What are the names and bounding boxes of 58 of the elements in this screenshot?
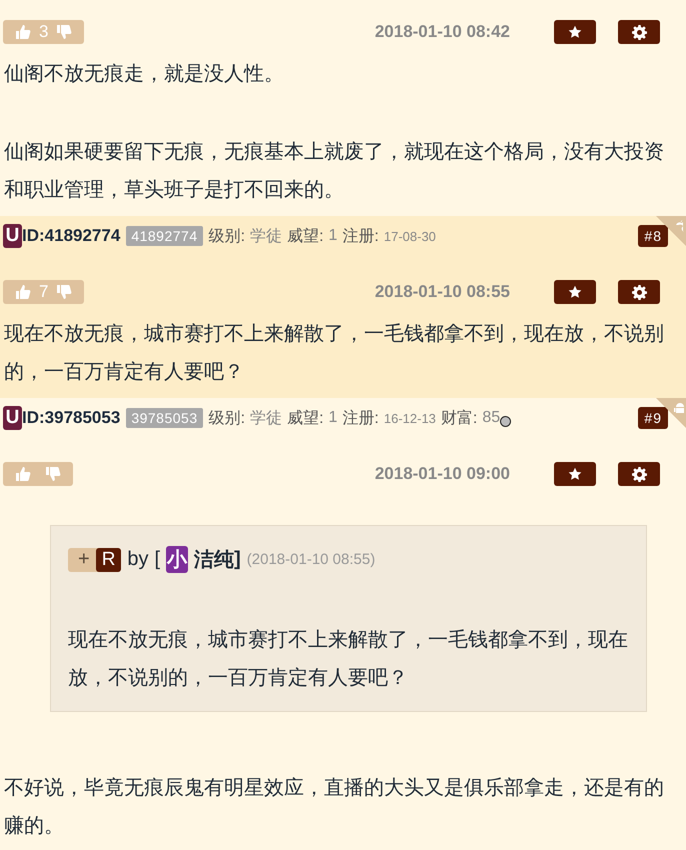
field-value: 学徒 <box>250 408 282 428</box>
thumbs-down-icon[interactable] <box>45 466 61 482</box>
gear-icon <box>632 466 646 482</box>
thumbs-down-icon[interactable] <box>56 24 72 40</box>
thumbs-down-icon[interactable] <box>56 284 72 300</box>
vote-count: 7 <box>39 282 48 302</box>
post-date: 2018-01-10 09:00 <box>374 464 510 484</box>
coin-icon <box>500 416 512 426</box>
post-text: 现在不放无痕，城市赛打不上来解散了，一毛钱都拿不到，现在放，不说别的，一百万肯定有人要吧？ <box>4 322 665 385</box>
post-text: 不好说，毕竟无痕辰鬼有明星效应，直播的大头又是俱乐部拿走，还是有的赚的。 <box>4 776 665 839</box>
post-date: 2018-01-10 08:42 <box>374 22 510 42</box>
star-icon <box>568 25 582 39</box>
favorite-button[interactable] <box>554 462 596 486</box>
user-avatar: U <box>3 224 22 248</box>
field-value: 学徒 <box>250 226 282 246</box>
bracket: [ <box>154 548 160 571</box>
field-label: 财富: <box>440 408 478 428</box>
star-icon <box>568 285 582 299</box>
reply-tag: + R <box>68 548 122 572</box>
by-label: by <box>127 548 149 571</box>
field-label: 威望: <box>287 408 324 428</box>
gear-icon <box>632 284 646 300</box>
field-label: 注册: <box>342 408 379 428</box>
favorite-button[interactable] <box>554 20 596 44</box>
user-id-badge: 41892774 <box>126 226 203 246</box>
bracket: ] <box>234 548 241 571</box>
gear-icon <box>632 24 646 40</box>
user-id[interactable]: ID:39785053 <box>22 408 120 428</box>
settings-button[interactable] <box>618 462 660 486</box>
field-value: 85 <box>482 409 500 427</box>
field-label: 级别: <box>208 408 246 428</box>
post-text: 仙阁如果硬要留下无痕，无痕基本上就废了，就现在这个格局，没有大投资和职业管理，草头班子是打不回来的。 <box>4 140 665 203</box>
post-date: 2018-01-10 08:55 <box>374 282 510 302</box>
field-value: 16-12-13 <box>384 410 436 426</box>
floor-number[interactable]: #8 <box>638 225 668 247</box>
post-text: 仙阁不放无痕走，就是没人性。 <box>4 62 285 87</box>
field-value: 1 <box>328 409 338 427</box>
thumbs-up-icon[interactable] <box>15 284 31 300</box>
settings-button[interactable] <box>618 20 660 44</box>
field-value: 17-08-30 <box>384 228 436 244</box>
favorite-button[interactable] <box>554 280 596 304</box>
quote-time: (2018-01-10 08:55) <box>246 551 376 568</box>
user-id-badge: 39785053 <box>126 408 203 428</box>
user-id[interactable]: ID:41892774 <box>22 226 120 246</box>
author-avatar: 小 <box>166 546 188 573</box>
floor-number[interactable]: #9 <box>638 407 668 429</box>
field-label: 威望: <box>287 226 324 246</box>
quote-text: 现在不放无痕，城市赛打不上来解散了，一毛钱都拿不到，现在放，不说别的，一百万肯定有人要吧？ <box>68 628 629 691</box>
star-icon <box>568 467 582 481</box>
thumbs-up-icon[interactable] <box>15 24 31 40</box>
field-label: 级别: <box>208 226 246 246</box>
vote-count: 3 <box>39 22 48 42</box>
settings-button[interactable] <box>618 280 660 304</box>
field-value: 1 <box>328 227 338 245</box>
author-name[interactable]: 洁纯 <box>194 546 234 573</box>
thumbs-up-icon[interactable] <box>15 466 31 482</box>
user-avatar: U <box>3 406 22 430</box>
field-label: 注册: <box>342 226 379 246</box>
